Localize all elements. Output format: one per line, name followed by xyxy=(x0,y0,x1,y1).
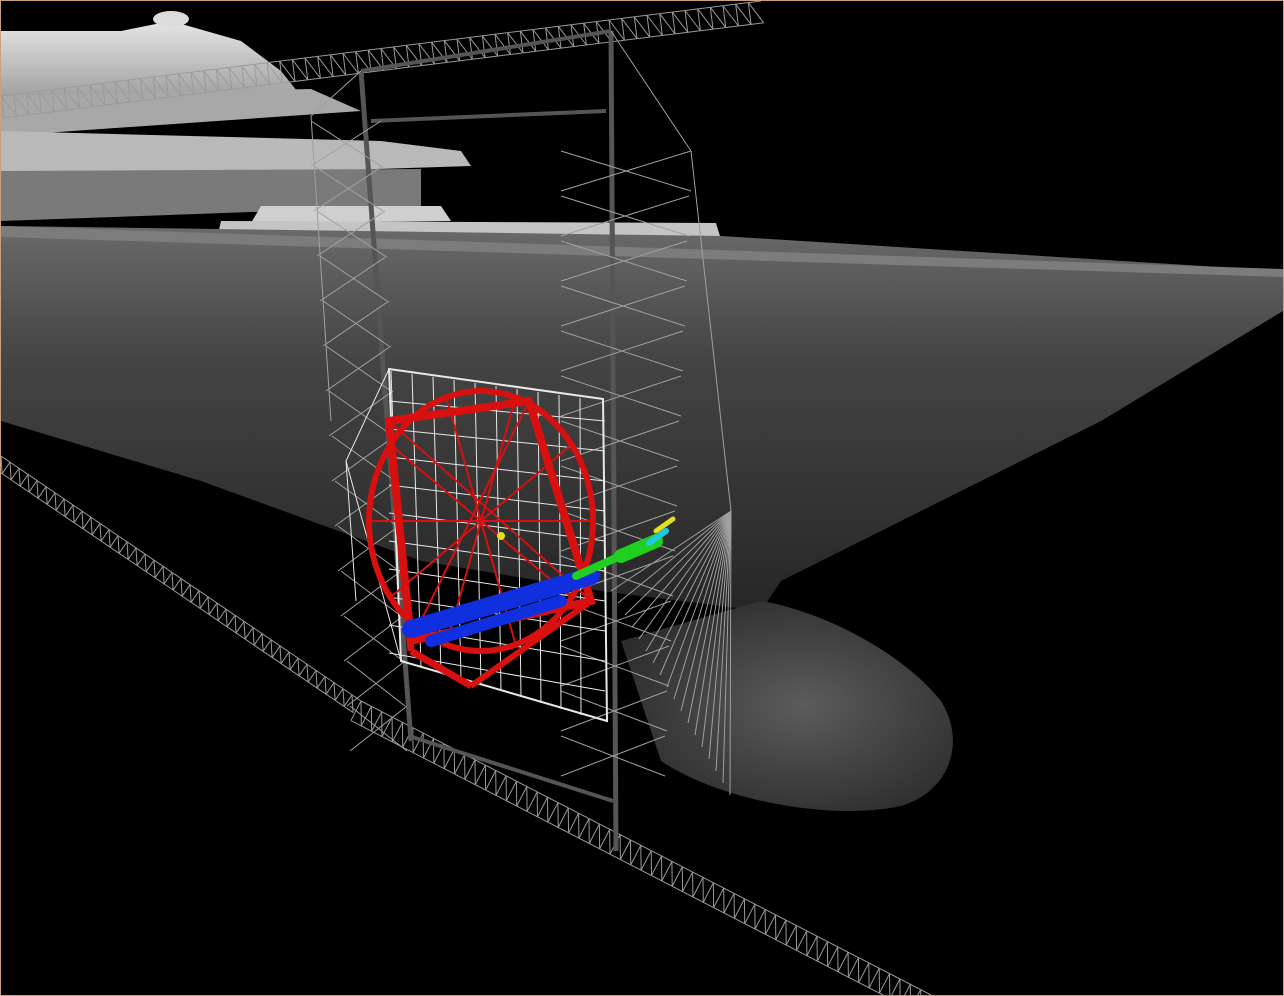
superstructure xyxy=(1,11,723,246)
ship-hull xyxy=(1,226,1283,811)
3d-viewport[interactable] xyxy=(0,0,1284,996)
ship-telescope-scene xyxy=(1,1,1283,995)
